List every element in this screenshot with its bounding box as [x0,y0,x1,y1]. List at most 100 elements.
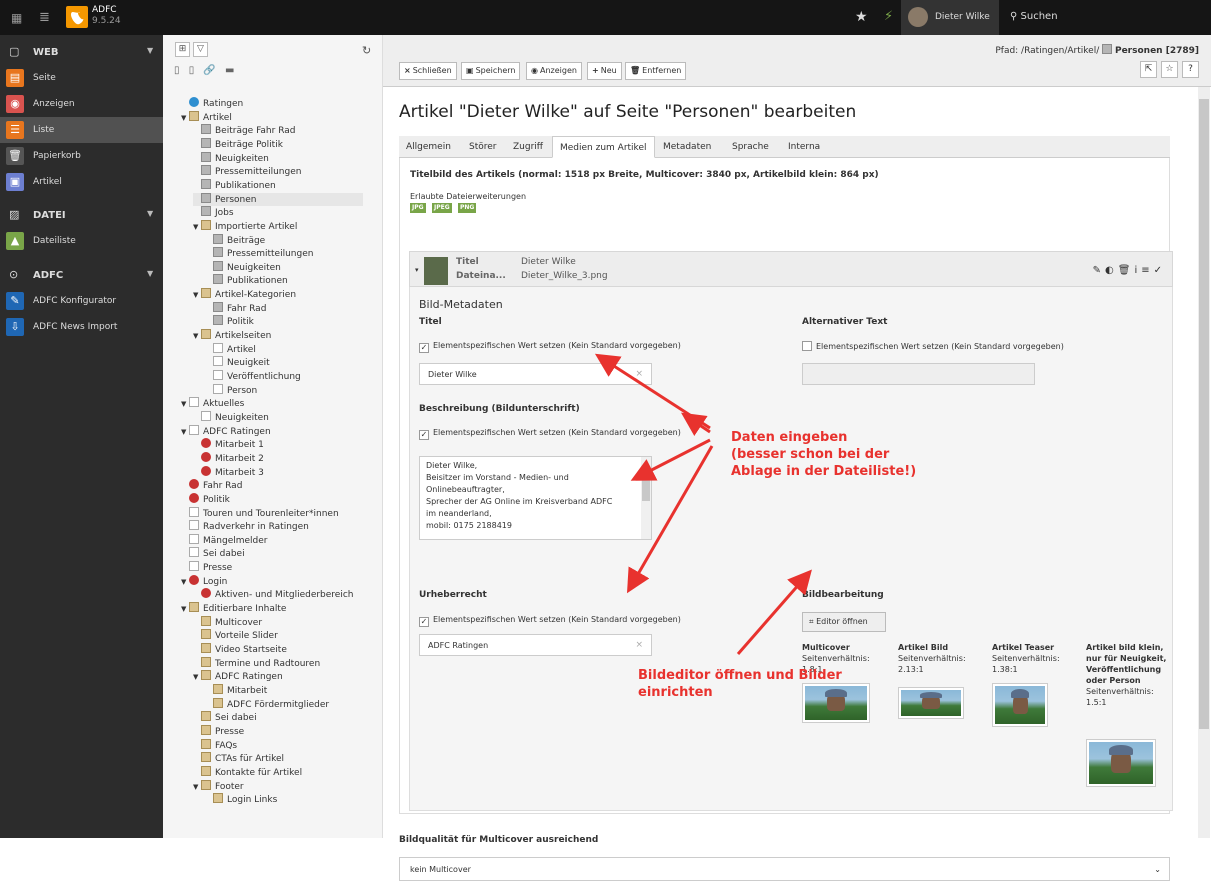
module-group-datei[interactable]: ▨ DATEI ▼ [0,202,163,228]
tree-node[interactable]: Beiträge Fahr Rad [193,124,295,137]
tree-node[interactable]: ▼ Login [181,574,227,588]
clear-input-icon[interactable]: × [635,640,643,650]
description-override-checkbox[interactable]: ✓ Elementspezifischen Wert setzen (Kein S… [419,428,681,440]
tree-node[interactable]: ▼ Importierte Artikel [193,219,297,233]
search-toggle[interactable]: ⚲ Suchen [1010,11,1058,22]
save-button[interactable]: ▣ Speichern [461,62,521,80]
new-button[interactable]: + Neu [587,62,622,80]
tree-node[interactable]: Sei dabei [181,547,245,560]
tree-node[interactable]: Publikationen [205,274,288,287]
tree-node[interactable]: Termine und Radtouren [193,656,320,670]
tree-node[interactable]: ▼ Artikelseiten [193,329,271,342]
expand-caret-icon[interactable]: ▼ [181,114,189,122]
module-item-seite[interactable]: ▤ Seite [0,65,163,91]
textarea-scrollbar[interactable] [641,457,651,539]
tree-node[interactable]: Veröffentlichung [205,370,301,383]
tree-node[interactable]: ADFC Fördermitglieder [205,697,329,711]
tab-interna[interactable]: Interna [781,136,827,158]
tree-node[interactable]: Radverkehr in Ratingen [181,520,309,533]
tree-node[interactable]: Mitarbeit 1 [193,438,264,451]
module-item-artikel[interactable]: ▣ Artikel [0,169,163,195]
module-item-papierkorb[interactable]: 🗑 Papierkorb [0,143,163,169]
tab-medien[interactable]: Medien zum Artikel [552,136,655,158]
open-new-window-icon[interactable]: ⇱ [1140,61,1157,78]
page-type-icon[interactable]: ▯ [189,65,195,76]
multicover-quality-select[interactable]: kein Multicover ⌄ [399,857,1170,881]
flush-cache-icon[interactable]: ⚡ [884,9,893,24]
tree-node[interactable]: Publikationen [193,178,276,192]
tree-node[interactable]: Pressemitteilungen [205,247,313,260]
open-editor-button[interactable]: ⌗ Editor öffnen [802,612,886,632]
tree-node[interactable]: Multicover [193,615,262,629]
tab-sprache[interactable]: Sprache [725,136,776,158]
main-scrollbar[interactable] [1198,87,1210,838]
tree-node[interactable]: ▼ Aktuelles [181,397,244,410]
tree-node[interactable]: Jobs [193,206,234,219]
bookmark-star-icon[interactable]: ★ [855,9,868,25]
tree-node[interactable]: Mitarbeit 3 [193,465,264,479]
copyright-input[interactable]: ADFC Ratingen × [419,634,652,656]
link-icon[interactable]: 🔗 [203,65,215,76]
module-group-web[interactable]: ▢ WEB ▼ [0,39,163,65]
description-textarea[interactable]: Dieter Wilke, Beisitzer im Vorstand - Me… [419,456,652,540]
hide-toggle-icon[interactable]: ◐ [1105,265,1118,276]
tree-node[interactable]: Neuigkeiten [205,260,281,274]
scrollbar-thumb[interactable] [1199,99,1209,729]
title-override-checkbox[interactable]: ✓ Elementspezifischen Wert setzen (Kein S… [419,341,681,353]
tree-node[interactable]: Politik [205,315,254,328]
module-item-dateiliste[interactable]: ▲ Dateiliste [0,228,163,254]
expand-caret-icon[interactable]: ▼ [193,673,201,681]
tree-node[interactable]: Pressemitteilungen [193,165,301,178]
module-item-konfigurator[interactable]: ✎ ADFC Konfigurator [0,288,163,314]
tree-node[interactable]: Neuigkeiten [193,410,269,424]
module-item-news-import[interactable]: ⇩ ADFC News Import [0,314,163,340]
tree-node[interactable]: Fahr Rad [181,479,242,492]
tree-node[interactable]: Personen [193,192,363,206]
tree-node[interactable]: Mitarbeit 2 [193,451,264,465]
tree-node[interactable]: Kontakte für Artikel [193,765,302,779]
module-group-adfc[interactable]: ⊙ ADFC ▼ [0,262,163,288]
alt-text-input[interactable] [802,363,1035,385]
help-icon[interactable]: ? [1182,61,1199,78]
tree-node[interactable]: Fahr Rad [205,301,266,315]
user-name[interactable]: Dieter Wilke [935,12,990,22]
module-item-liste[interactable]: ☰ Liste [0,117,163,143]
folder-type-icon[interactable]: ▬ [225,65,234,76]
file-reference-header[interactable]: ▾ Titel Dieter Wilke Dateina... Dieter_W… [409,251,1173,287]
typo3-logo-icon[interactable] [66,6,88,28]
alt-override-checkbox[interactable]: Elementspezifischen Wert setzen (Kein St… [802,341,1064,351]
tree-node[interactable]: Vorteile Slider [193,629,278,642]
tree-node[interactable]: Person [205,383,257,397]
check-icon[interactable]: ✓ [1154,265,1166,276]
close-button[interactable]: × Schließen [399,62,457,80]
title-input[interactable]: Dieter Wilke × [419,363,652,385]
toggle-menu-icon[interactable]: ≣ [39,10,50,25]
refresh-icon[interactable]: ↻ [362,44,371,57]
tree-node[interactable]: Mitarbeit [205,683,267,697]
tree-node[interactable]: Presse [193,724,244,738]
tree-node[interactable]: Neuigkeiten [193,151,269,165]
tree-node[interactable]: Ratingen [181,97,243,110]
tree-node[interactable]: Beiträge Politik [193,137,283,151]
tab-stoerer[interactable]: Störer [462,136,504,158]
scrollbar-thumb[interactable] [642,473,650,501]
expand-caret-icon[interactable]: ▼ [181,578,189,586]
tab-metadaten[interactable]: Metadaten [656,136,718,158]
filter-icon[interactable]: ▽ [193,42,208,57]
tree-node[interactable]: Touren und Tourenleiter*innen [181,506,339,520]
tree-node[interactable]: ▼ ADFC Ratingen [193,670,283,683]
tree-node[interactable]: ▼ Artikel [181,110,232,124]
page-type-icon[interactable]: ▯ [174,65,180,76]
tree-node[interactable]: ▼ ADFC Ratingen [181,424,271,438]
expand-caret-icon[interactable]: ▼ [193,783,201,791]
tree-node[interactable]: FAQs [193,738,237,752]
expand-caret-icon[interactable]: ▼ [193,332,201,340]
module-item-anzeigen[interactable]: ◉ Anzeigen [0,91,163,117]
delete-button[interactable]: 🗑 Entfernen [625,62,687,80]
tree-node[interactable]: Beiträge [205,233,265,247]
tree-node[interactable]: Presse [181,561,232,574]
expand-caret-icon[interactable]: ▼ [181,428,189,436]
tree-node[interactable]: ▼ Editierbare Inhalte [181,602,286,615]
drag-handle-icon[interactable]: ≡ [1141,265,1153,276]
tree-node[interactable]: Sei dabei [193,711,257,724]
